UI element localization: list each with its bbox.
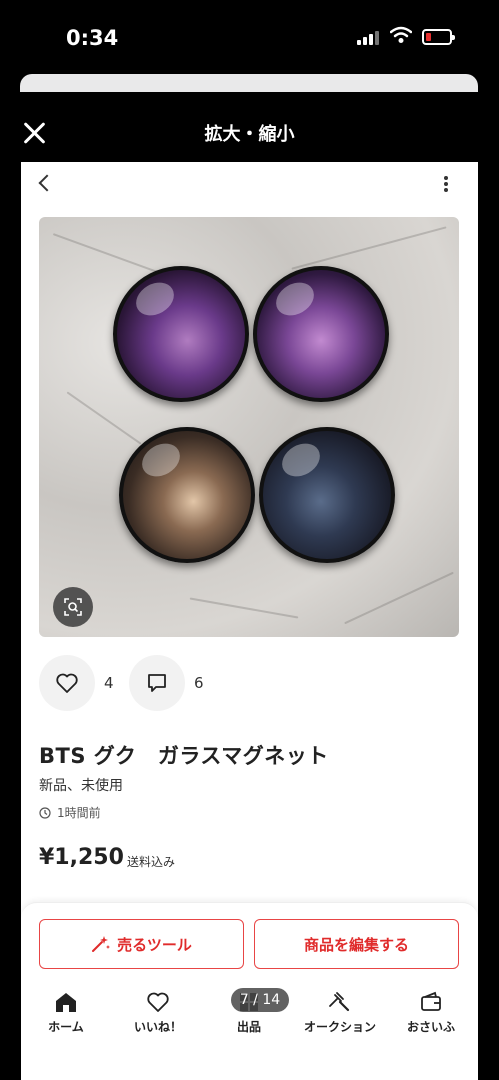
- sell-tool-label: 売るツール: [117, 935, 192, 954]
- gavel-icon: [329, 992, 350, 1012]
- comment-button[interactable]: [129, 655, 185, 711]
- sell-tool-button[interactable]: 売るツール: [39, 919, 244, 969]
- wifi-icon: [390, 26, 412, 43]
- tab-home[interactable]: ホーム: [21, 988, 111, 1035]
- status-bar: 0:34: [0, 0, 499, 70]
- tab-wallet[interactable]: おさいふ: [386, 988, 476, 1035]
- magnet-image: [253, 266, 389, 402]
- edit-item-label: 商品を編集する: [303, 935, 409, 954]
- zoom-modal-header: 拡大・縮小: [0, 100, 499, 162]
- comment-icon: [148, 674, 166, 692]
- magnet-image: [119, 427, 255, 563]
- image-search-icon[interactable]: [53, 587, 93, 627]
- magic-wand-icon: [92, 936, 111, 952]
- item-detail-page[interactable]: 4 6 BTS グク ガラスマグネット 新品、未使用 1時間前 ¥1,250 送…: [21, 162, 478, 1080]
- tab-sell-label: 出品: [236, 1020, 261, 1034]
- tab-auction-label: オークション: [303, 1020, 376, 1034]
- posted-time-label: 1時間前: [57, 806, 101, 820]
- shipping-included-label: 送料込み: [127, 855, 176, 869]
- battery-icon: [422, 29, 455, 45]
- item-price: ¥1,250: [39, 845, 124, 870]
- tab-home-label: ホーム: [48, 1020, 84, 1034]
- tab-auction[interactable]: オークション: [295, 988, 385, 1035]
- like-button[interactable]: [39, 655, 95, 711]
- item-photo[interactable]: [39, 217, 459, 637]
- modal-title: 拡大・縮小: [204, 124, 295, 145]
- wallet-icon: [421, 991, 441, 1011]
- item-condition: 新品、未使用: [39, 778, 123, 794]
- item-title: BTS グク ガラスマグネット: [39, 744, 329, 768]
- magnet-image: [259, 427, 395, 563]
- status-time: 0:34: [66, 26, 119, 50]
- more-options-icon[interactable]: [441, 174, 451, 194]
- heart-icon: [147, 992, 169, 1012]
- home-icon: [56, 993, 76, 1012]
- clock-icon: [39, 806, 51, 819]
- edit-item-button[interactable]: 商品を編集する: [254, 919, 459, 969]
- tab-likes[interactable]: いいね！: [113, 988, 203, 1035]
- tab-wallet-label: おさいふ: [406, 1020, 455, 1034]
- magnet-image: [113, 266, 249, 402]
- heart-icon: [56, 673, 78, 693]
- cellular-signal-icon: [357, 31, 381, 45]
- sheet-handle-area: [20, 74, 478, 92]
- page-counter: 7 / 14: [231, 988, 289, 1012]
- like-count: 4: [104, 674, 114, 692]
- comment-count: 6: [194, 674, 204, 692]
- back-chevron-icon[interactable]: [35, 174, 55, 194]
- posted-time: 1時間前: [39, 804, 101, 821]
- tab-likes-label: いいね！: [133, 1020, 182, 1034]
